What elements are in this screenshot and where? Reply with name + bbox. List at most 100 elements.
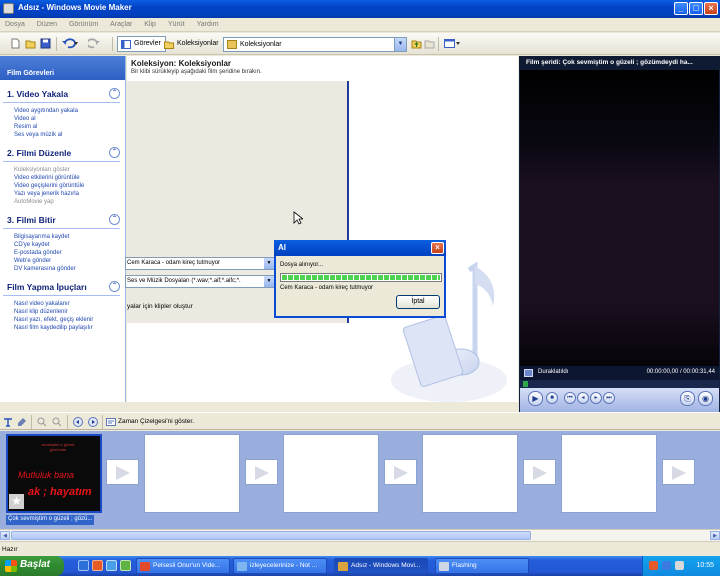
media-player-quicklaunch-icon[interactable]	[92, 560, 103, 571]
collapse-icon[interactable]: ⌃	[109, 214, 120, 225]
create-clips-option[interactable]: yalar için klipler oluştur	[127, 303, 193, 310]
minimize-button[interactable]: _	[674, 2, 688, 15]
collections-toggle-button[interactable]: Koleksiyonlar	[160, 36, 224, 52]
timeline-icon[interactable]	[106, 417, 116, 427]
chevron-down-icon[interactable]: ▼	[394, 38, 406, 51]
scrollbar-thumb[interactable]	[11, 531, 531, 540]
task-link[interactable]: Bilgisayarıma kaydet	[0, 233, 125, 241]
task-link[interactable]: Nasıl film kaydedilip paylaşılır	[0, 324, 125, 332]
taskbar-button[interactable]: izleyecelerinize - Not ...	[233, 558, 327, 574]
tasks-toggle-button[interactable]: Görevler	[117, 36, 166, 52]
storyboard-clip[interactable]: sevmiştim o güzeli gözümde Mutluluk bana…	[6, 434, 102, 513]
task-link[interactable]: Yazı veya jenerik hazırla	[0, 190, 125, 198]
undo-icon[interactable]	[62, 38, 78, 49]
clip-caption[interactable]: Çok sevmiştim o güzeli ; gözü...	[6, 515, 95, 525]
file-name-field[interactable]: Cem Karaca - odam kireç tutmuyor ▼	[125, 257, 275, 270]
save-project-icon[interactable]	[40, 38, 51, 49]
chevron-down-icon[interactable]: ▼	[264, 276, 274, 287]
task-link[interactable]: Nasıl klip düzenlenir	[0, 308, 125, 316]
task-link[interactable]: Video al	[0, 115, 125, 123]
storyboard-empty-slot[interactable]	[561, 434, 657, 513]
taskbar-button[interactable]: Flashing	[435, 558, 529, 574]
collapse-icon[interactable]: ⌃	[109, 281, 120, 292]
menu-tools[interactable]: Araçlar	[105, 18, 137, 31]
narrate-icon[interactable]	[17, 417, 27, 427]
views-icon[interactable]	[444, 38, 460, 49]
menu-file[interactable]: Dosya	[0, 18, 30, 31]
cancel-button[interactable]: İptal	[396, 295, 440, 309]
show-timeline-button[interactable]: Zaman Çizelgesi'ni göster.	[118, 418, 194, 425]
video-effect-star-icon[interactable]: ★	[9, 494, 24, 509]
task-section-title[interactable]: 1. Video Yakala ⌃	[3, 86, 120, 103]
desktop-quicklaunch-icon[interactable]	[106, 560, 117, 571]
tray-icon[interactable]	[649, 561, 658, 570]
transition-slot[interactable]	[106, 459, 139, 485]
task-link[interactable]: E-postada gönder	[0, 249, 125, 257]
seek-thumb[interactable]	[523, 381, 528, 387]
ie-quicklaunch-icon[interactable]	[78, 560, 89, 571]
storyboard-empty-slot[interactable]	[283, 434, 379, 513]
volume-tray-icon[interactable]	[675, 561, 684, 570]
storyboard-empty-slot[interactable]	[144, 434, 240, 513]
task-link[interactable]: Ses veya müzik al	[0, 131, 125, 139]
set-audio-levels-icon[interactable]	[3, 417, 13, 427]
take-picture-button[interactable]: ◉	[698, 391, 713, 406]
step-back-button[interactable]: ◂	[577, 392, 589, 404]
collapse-icon[interactable]: ⌃	[109, 88, 120, 99]
tray-icon[interactable]	[662, 561, 671, 570]
storyboard-empty-slot[interactable]	[422, 434, 518, 513]
zoom-out-icon[interactable]	[52, 417, 62, 427]
start-button[interactable]: Başlat	[0, 556, 64, 576]
file-type-select[interactable]: Ses ve Müzik Dosyaları (*.wav;*.aif;*.ai…	[125, 275, 275, 288]
scroll-right-icon[interactable]: ▶	[710, 531, 720, 540]
task-link[interactable]: CD'ye kaydet	[0, 241, 125, 249]
play-button[interactable]: ▶	[528, 391, 543, 406]
menu-help[interactable]: Yardım	[192, 18, 224, 31]
task-link[interactable]: Web'e gönder	[0, 257, 125, 265]
menu-clip[interactable]: Klip	[139, 18, 161, 31]
transition-slot[interactable]	[523, 459, 556, 485]
maximize-button[interactable]: □	[689, 2, 703, 15]
close-button[interactable]: ×	[704, 2, 718, 15]
play-storyboard-icon[interactable]	[88, 417, 98, 427]
messenger-quicklaunch-icon[interactable]	[120, 560, 131, 571]
storyboard-scrollbar[interactable]: ◀ ▶	[0, 529, 720, 541]
task-link[interactable]: Nasıl yazı, efekt, geçiş eklenir	[0, 316, 125, 324]
menu-play[interactable]: Yürüt	[163, 18, 190, 31]
playback-controls: ▶ ■ ⏮ ◂ ▸ ⏭ ⎘ ◉	[520, 388, 719, 412]
scroll-left-icon[interactable]: ◀	[0, 531, 10, 540]
new-folder-icon[interactable]	[424, 38, 435, 49]
task-link[interactable]: DV kamerasına gönder	[0, 265, 125, 273]
task-link[interactable]: Video aygıtından yakala	[0, 107, 125, 115]
new-project-icon[interactable]	[10, 38, 21, 49]
zoom-in-icon[interactable]	[37, 417, 47, 427]
open-project-icon[interactable]	[25, 38, 36, 49]
redo-icon[interactable]	[88, 38, 104, 49]
collapse-icon[interactable]: ⌃	[109, 147, 120, 158]
dialog-close-button[interactable]: ×	[431, 242, 444, 254]
task-section-title[interactable]: Film Yapma İpuçları ⌃	[3, 279, 120, 296]
step-forward-button[interactable]: ▸	[590, 392, 602, 404]
transition-slot[interactable]	[662, 459, 695, 485]
transition-slot[interactable]	[384, 459, 417, 485]
menu-view[interactable]: Görünüm	[64, 18, 103, 31]
task-section-title[interactable]: 2. Filmi Düzenle ⌃	[3, 145, 120, 162]
transition-slot[interactable]	[245, 459, 278, 485]
task-link[interactable]: Resim al	[0, 123, 125, 131]
taskbar-button[interactable]: Adsız - Windows Movi...	[334, 558, 428, 574]
up-level-icon[interactable]	[411, 38, 422, 49]
task-section-title[interactable]: 3. Filmi Bitir ⌃	[3, 212, 120, 229]
menu-edit[interactable]: Düzen	[32, 18, 62, 31]
split-clip-button[interactable]: ⎘	[680, 391, 695, 406]
taskbar-button[interactable]: Pelsesli Onur'un Vide...	[136, 558, 230, 574]
next-frame-button[interactable]: ⏭	[603, 392, 615, 404]
collection-select[interactable]: Koleksiyonlar ▼	[223, 37, 407, 52]
task-link[interactable]: Video geçişlerini görüntüle	[0, 182, 125, 190]
rewind-storyboard-icon[interactable]	[73, 417, 83, 427]
task-link[interactable]: Video etkilerini görüntüle	[0, 174, 125, 182]
chevron-down-icon[interactable]: ▼	[264, 258, 274, 269]
seek-bar[interactable]	[520, 380, 719, 388]
stop-button[interactable]: ■	[546, 392, 558, 404]
task-link[interactable]: Nasıl video yakalanır	[0, 300, 125, 308]
previous-frame-button[interactable]: ⏮	[564, 392, 576, 404]
